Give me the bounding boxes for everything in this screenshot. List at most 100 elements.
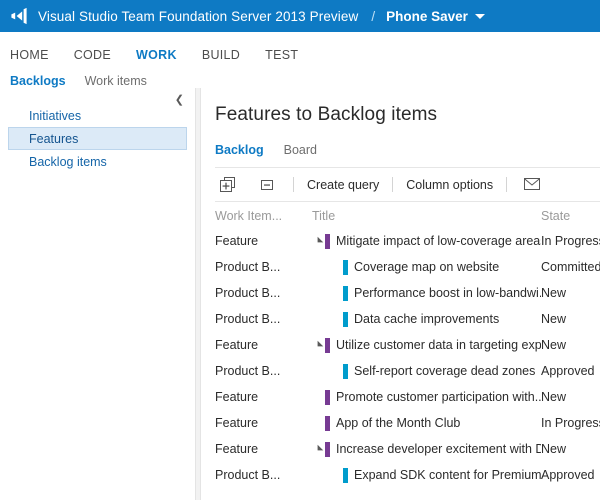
cell-state: New xyxy=(541,338,600,352)
work-item-title-link[interactable]: App of the Month Club xyxy=(336,416,460,430)
table-row[interactable]: Feature App of the Month Club In Progress xyxy=(215,410,600,436)
nav-item-work[interactable]: WORK xyxy=(136,48,177,62)
cell-work-item-type: Product B... xyxy=(215,260,312,274)
work-item-type-color-bar xyxy=(343,468,348,483)
table-row[interactable]: Feature Increase developer excitement wit… xyxy=(215,436,600,462)
work-item-type-color-bar xyxy=(325,416,330,431)
work-item-type-color-bar xyxy=(325,234,330,249)
sidebar-item-backlog-items[interactable]: Backlog items xyxy=(8,150,187,173)
table-row[interactable]: Product B... Data cache improvements New xyxy=(215,306,600,332)
work-item-title-link[interactable]: Coverage map on website xyxy=(354,260,499,274)
work-item-type-color-bar xyxy=(343,286,348,301)
table-row[interactable]: Product B... Expand SDK content for Premi… xyxy=(215,462,600,488)
work-item-title-link[interactable]: Performance boost in low-bandwi... xyxy=(354,286,541,300)
sidebar-item-initiatives[interactable]: Initiatives xyxy=(8,104,187,127)
nav-item-test[interactable]: TEST xyxy=(265,48,298,62)
grid-toolbar: Create query Column options xyxy=(215,168,600,201)
backlog-grid: Work Item... Title State Feature Mitigate… xyxy=(215,203,600,488)
tab-backlog[interactable]: Backlog xyxy=(215,143,264,157)
work-item-type-color-bar xyxy=(325,442,330,457)
sidebar-item-label: Backlog items xyxy=(29,155,107,169)
work-item-title-link[interactable]: Data cache improvements xyxy=(354,312,499,326)
cell-state: In Progress xyxy=(541,234,600,248)
nav-item-home[interactable]: HOME xyxy=(10,48,49,62)
cell-state: New xyxy=(541,442,600,456)
nav-item-build[interactable]: BUILD xyxy=(202,48,240,62)
email-icon[interactable] xyxy=(520,174,544,196)
sidebar-item-features[interactable]: Features xyxy=(8,127,187,150)
work-item-type-color-bar xyxy=(343,312,348,327)
main-pane: Features to Backlog items Backlog Board xyxy=(201,88,600,500)
cell-work-item-type: Feature xyxy=(215,234,312,248)
cell-work-item-type: Feature xyxy=(215,416,312,430)
chevron-down-icon[interactable] xyxy=(475,14,485,19)
visual-studio-logo-icon xyxy=(9,6,29,26)
work-item-title-link[interactable]: Promote customer participation with... xyxy=(336,390,541,404)
chevron-left-icon[interactable]: ❮ xyxy=(175,95,184,106)
cell-title: Data cache improvements xyxy=(312,312,541,327)
cell-work-item-type: Product B... xyxy=(215,312,312,326)
content-area: ❮ Initiatives Features Backlog items Fea… xyxy=(0,88,600,500)
cell-state: Approved xyxy=(541,364,600,378)
nav-item-code[interactable]: CODE xyxy=(74,48,111,62)
cell-state: In Progress xyxy=(541,416,600,430)
cell-state: New xyxy=(541,286,600,300)
grid-rows: Feature Mitigate impact of low-coverage a… xyxy=(215,228,600,488)
work-item-type-color-bar xyxy=(325,338,330,353)
work-item-type-color-bar xyxy=(343,364,348,379)
table-row[interactable]: Product B... Performance boost in low-ban… xyxy=(215,280,600,306)
toolbar-divider xyxy=(293,177,294,192)
backlog-tree: Initiatives Features Backlog items xyxy=(0,88,195,173)
cell-state: Approved xyxy=(541,468,600,482)
subnav-item-backlogs[interactable]: Backlogs xyxy=(10,74,66,88)
sidebar: ❮ Initiatives Features Backlog items xyxy=(0,88,195,500)
column-header-title[interactable]: Title xyxy=(312,209,541,223)
tab-board[interactable]: Board xyxy=(284,143,317,157)
table-row[interactable]: Product B...Self-report coverage dead zo… xyxy=(215,358,600,384)
column-header-work-item-type[interactable]: Work Item... xyxy=(215,209,312,223)
cell-title: App of the Month Club xyxy=(312,416,541,431)
column-header-state[interactable]: State xyxy=(541,209,600,223)
cell-state: Committed xyxy=(541,260,600,274)
table-row[interactable]: FeaturePromote customer participation wi… xyxy=(215,384,600,410)
subnav-item-work-items[interactable]: Work items xyxy=(85,74,147,88)
cell-title: Mitigate impact of low-coverage areas xyxy=(312,234,541,249)
create-query-button[interactable]: Create query xyxy=(307,178,379,192)
work-item-title-link[interactable]: Increase developer excitement with D... xyxy=(336,442,541,456)
cell-work-item-type: Product B... xyxy=(215,286,312,300)
sidebar-item-label: Initiatives xyxy=(29,109,81,123)
page-title: Features to Backlog items xyxy=(215,88,600,126)
table-row[interactable]: Feature Utilize customer data in targetin… xyxy=(215,332,600,358)
work-item-title-link[interactable]: Self-report coverage dead zones xyxy=(354,364,535,378)
breadcrumb-separator: / xyxy=(371,9,375,24)
cell-state: New xyxy=(541,312,600,326)
cell-title: Increase developer excitement with D... xyxy=(312,442,541,457)
expand-collapse-triangle-icon[interactable] xyxy=(312,237,325,245)
work-item-title-link[interactable]: Expand SDK content for Premium... xyxy=(354,468,541,482)
expand-collapse-triangle-icon[interactable] xyxy=(312,341,325,349)
sidebar-item-label: Features xyxy=(29,132,78,146)
table-row[interactable]: Feature Mitigate impact of low-coverage a… xyxy=(215,228,600,254)
cell-work-item-type: Feature xyxy=(215,338,312,352)
view-tabs: Backlog Board xyxy=(215,143,600,157)
cell-state: New xyxy=(541,390,600,404)
work-item-title-link[interactable]: Mitigate impact of low-coverage areas xyxy=(336,234,541,248)
project-selector[interactable]: Phone Saver xyxy=(386,9,468,24)
collapse-all-icon[interactable] xyxy=(256,174,280,196)
cell-title: Utilize customer data in targeting exp..… xyxy=(312,338,541,353)
work-item-title-link[interactable]: Utilize customer data in targeting exp..… xyxy=(336,338,541,352)
expand-all-icon[interactable] xyxy=(215,174,239,196)
toolbar-divider xyxy=(506,177,507,192)
cell-title: Expand SDK content for Premium... xyxy=(312,468,541,483)
cell-work-item-type: Product B... xyxy=(215,468,312,482)
column-options-button[interactable]: Column options xyxy=(406,178,493,192)
cell-work-item-type: Feature xyxy=(215,442,312,456)
expand-collapse-triangle-icon[interactable] xyxy=(312,445,325,453)
table-row[interactable]: Product B... Coverage map on website Commi… xyxy=(215,254,600,280)
main-navigation: HOME CODE WORK BUILD TEST xyxy=(0,42,600,68)
work-item-type-color-bar xyxy=(325,390,330,405)
top-header-bar: Visual Studio Team Foundation Server 201… xyxy=(0,0,600,32)
product-name: Visual Studio Team Foundation Server 201… xyxy=(38,9,358,24)
work-item-type-color-bar xyxy=(343,260,348,275)
cell-title: Performance boost in low-bandwi... xyxy=(312,286,541,301)
